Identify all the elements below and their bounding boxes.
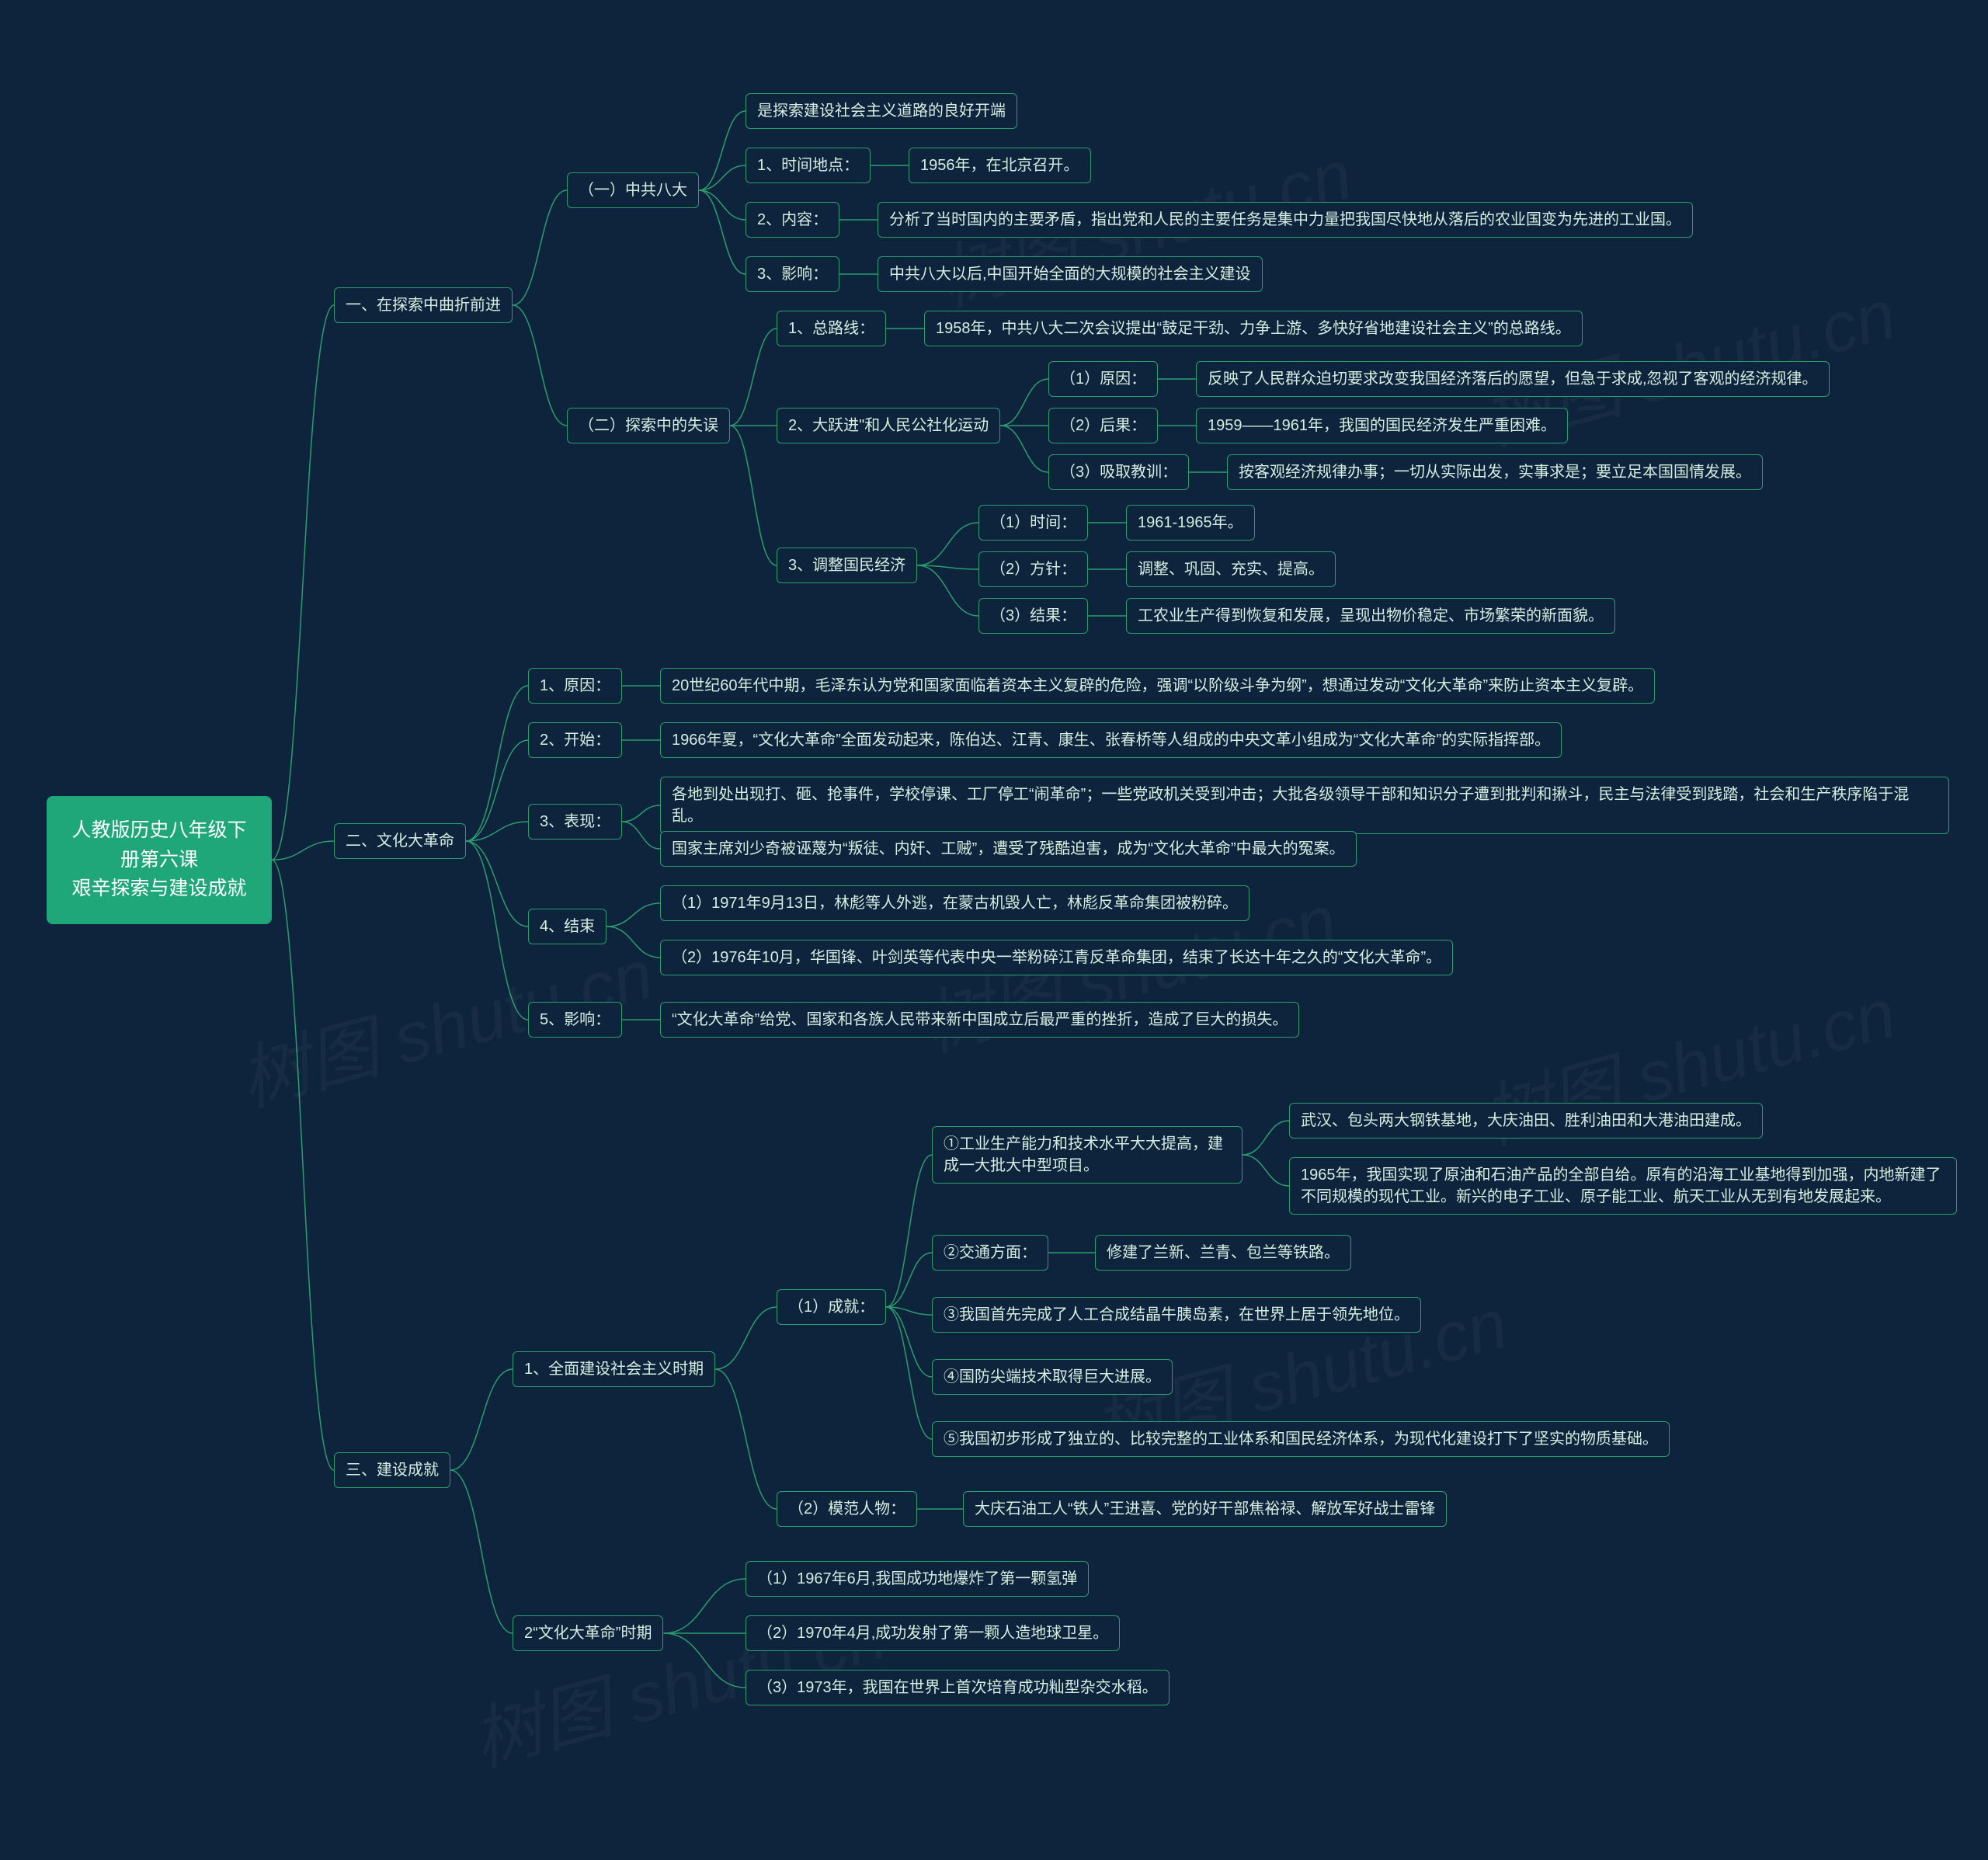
section-3[interactable]: 三、建设成就 xyxy=(334,1452,450,1488)
s1-a3[interactable]: 3、影响： xyxy=(746,256,839,292)
s1-a0[interactable]: 是探索建设社会主义道路的良好开端 xyxy=(746,93,1017,129)
s1-b3-r1[interactable]: （1）时间： xyxy=(978,505,1088,541)
s1-b2-r1-v[interactable]: 反映了人民群众迫切要求改变我国经济落后的愿望，但急于求成,忽视了客观的经济规律。 xyxy=(1196,361,1830,397)
root-title-1: 人教版历史八年级下册第六课 xyxy=(71,819,246,871)
s1-b3-r2-v[interactable]: 调整、巩固、充实、提高。 xyxy=(1126,551,1336,587)
s2-c3-v1[interactable]: 各地到处出现打、砸、抢事件，学校停课、工厂停工“闹革命”；一些党政机关受到冲击；… xyxy=(660,777,1949,834)
s1-a[interactable]: （一）中共八大 xyxy=(567,172,699,208)
s1-b1-v[interactable]: 1958年，中共八大二次会议提出“鼓足干劲、力争上游、多快好省地建设社会主义”的… xyxy=(924,311,1583,346)
s2-c2-v[interactable]: 1966年夏，“文化大革命”全面发动起来，陈伯达、江青、康生、张春桥等人组成的中… xyxy=(660,722,1562,758)
s3-d1-r1-i4[interactable]: ④国防尖端技术取得巨大进展。 xyxy=(932,1359,1173,1395)
s3-d1-r1-i1-v2[interactable]: 1965年，我国实现了原油和石油产品的全部自给。原有的沿海工业基地得到加强，内地… xyxy=(1289,1157,1957,1215)
root-node[interactable]: 人教版历史八年级下册第六课 艰辛探索与建设成就 xyxy=(47,796,272,924)
s1-b[interactable]: （二）探索中的失误 xyxy=(567,408,730,443)
s3-d1-r2-v[interactable]: 大庆石油工人“铁人”王进喜、党的好干部焦裕禄、解放军好战士雷锋 xyxy=(963,1491,1447,1527)
s1-b2-r1[interactable]: （1）原因： xyxy=(1048,361,1158,397)
s2-c4-v1[interactable]: （1）1971年9月13日，林彪等人外逃，在蒙古机毁人亡，林彪反革命集团被粉碎。 xyxy=(660,885,1249,921)
s2-c4[interactable]: 4、结束 xyxy=(528,909,606,944)
s3-d1[interactable]: 1、全面建设社会主义时期 xyxy=(513,1351,715,1387)
s2-c1-v[interactable]: 20世纪60年代中期，毛泽东认为党和国家面临着资本主义复辟的危险，强调“以阶级斗… xyxy=(660,668,1655,704)
s3-d1-r1-i2[interactable]: ②交通方面： xyxy=(932,1235,1048,1271)
section-2[interactable]: 二、文化大革命 xyxy=(334,823,466,859)
s1-b1[interactable]: 1、总路线： xyxy=(777,311,886,346)
root-title-2: 艰辛探索与建设成就 xyxy=(71,878,246,899)
s1-b3-r1-v[interactable]: 1961-1965年。 xyxy=(1126,505,1255,541)
s3-d2[interactable]: 2“文化大革命”时期 xyxy=(513,1615,663,1651)
s1-b3-r2[interactable]: （2）方针： xyxy=(978,551,1088,587)
s3-d1-r1-i3[interactable]: ③我国首先完成了人工合成结晶牛胰岛素，在世界上居于领先地位。 xyxy=(932,1297,1421,1333)
s3-d1-r2[interactable]: （2）模范人物： xyxy=(777,1491,917,1527)
section-1[interactable]: 一、在探索中曲折前进 xyxy=(334,287,513,323)
s2-c3-v2[interactable]: 国家主席刘少奇被诬蔑为“叛徒、内奸、工贼”，遭受了残酷迫害，成为“文化大革命”中… xyxy=(660,831,1357,867)
s1-a2[interactable]: 2、内容： xyxy=(746,202,839,238)
s1-a1-v[interactable]: 1956年，在北京召开。 xyxy=(909,148,1091,183)
s2-c2[interactable]: 2、开始： xyxy=(528,722,622,758)
s1-b3[interactable]: 3、调整国民经济 xyxy=(777,548,917,583)
s3-d1-r1-i1-v1[interactable]: 武汉、包头两大钢铁基地，大庆油田、胜利油田和大港油田建成。 xyxy=(1289,1103,1763,1139)
s2-c5[interactable]: 5、影响： xyxy=(528,1002,622,1038)
s3-d2-v3[interactable]: （3）1973年，我国在世界上首次培育成功籼型杂交水稻。 xyxy=(746,1670,1170,1705)
s1-b2[interactable]: 2、大跃进"和人民公社化运动 xyxy=(777,408,1000,443)
s3-d2-v1[interactable]: （1）1967年6月,我国成功地爆炸了第一颗氢弹 xyxy=(746,1561,1089,1597)
s1-b2-r3[interactable]: （3）吸取教训： xyxy=(1048,454,1189,490)
s3-d1-r1-i5[interactable]: ⑤我国初步形成了独立的、比较完整的工业体系和国民经济体系，为现代化建设打下了坚实… xyxy=(932,1421,1670,1457)
s1-b2-r2-v[interactable]: 1959——1961年，我国的国民经济发生严重困难。 xyxy=(1196,408,1568,443)
s1-a3-v[interactable]: 中共八大以后,中国开始全面的大规模的社会主义建设 xyxy=(878,256,1263,292)
s3-d2-v2[interactable]: （2）1970年4月,成功发射了第一颗人造地球卫星。 xyxy=(746,1615,1120,1651)
s1-a2-v[interactable]: 分析了当时国内的主要矛盾，指出党和人民的主要任务是集中力量把我国尽快地从落后的农… xyxy=(878,202,1693,238)
mindmap-canvas: 树图 shutu.cn 树图 shutu.cn 树图 shutu.cn 树图 s… xyxy=(0,0,1988,1860)
s1-b2-r2[interactable]: （2）后果： xyxy=(1048,408,1158,443)
s3-d1-r1[interactable]: （1）成就： xyxy=(777,1289,886,1325)
s3-d1-r1-i2-v[interactable]: 修建了兰新、兰青、包兰等铁路。 xyxy=(1095,1235,1351,1271)
s1-b3-r3-v[interactable]: 工农业生产得到恢复和发展，呈现出物价稳定、市场繁荣的新面貌。 xyxy=(1126,598,1615,634)
s2-c1[interactable]: 1、原因： xyxy=(528,668,622,704)
s2-c4-v2[interactable]: （2）1976年10月，华国锋、叶剑英等代表中央一举粉碎江青反革命集团，结束了长… xyxy=(660,940,1453,975)
s1-b3-r3[interactable]: （3）结果： xyxy=(978,598,1088,634)
s1-b2-r3-v[interactable]: 按客观经济规律办事；一切从实际出发，实事求是；要立足本国国情发展。 xyxy=(1227,454,1763,490)
s2-c3[interactable]: 3、表现： xyxy=(528,804,622,840)
s2-c5-v[interactable]: “文化大革命”给党、国家和各族人民带来新中国成立后最严重的挫折，造成了巨大的损失… xyxy=(660,1002,1299,1038)
s1-a1[interactable]: 1、时间地点： xyxy=(746,148,871,183)
s3-d1-r1-i1[interactable]: ①工业生产能力和技术水平大大提高，建成一大批大中型项目。 xyxy=(932,1126,1242,1184)
